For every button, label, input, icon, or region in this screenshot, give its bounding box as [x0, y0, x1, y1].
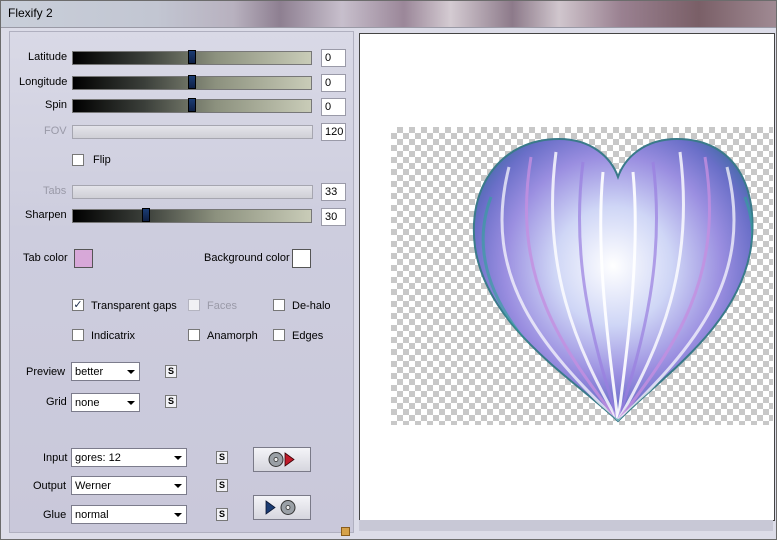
anamorph-checkbox[interactable] [188, 329, 200, 341]
heart-preview-image [472, 137, 754, 423]
chevron-down-icon [174, 513, 182, 517]
latitude-slider[interactable] [72, 50, 312, 65]
longitude-slider[interactable] [72, 75, 312, 90]
background-color-label: Background color [204, 252, 290, 264]
resize-handle[interactable] [341, 527, 350, 536]
glue-label: Glue [43, 509, 67, 521]
fov-label: FOV [44, 125, 67, 137]
chevron-down-icon [174, 484, 182, 488]
transparent-gaps-checkbox[interactable]: ✓ [72, 299, 84, 311]
tabs-slider [72, 185, 313, 199]
spin-label: Spin [45, 99, 68, 111]
fov-slider [72, 125, 313, 139]
longitude-label: Longitude [19, 76, 68, 88]
tabs-label: Tabs [43, 185, 67, 197]
transparency-checkerboard [391, 127, 773, 425]
tab-color-label: Tab color [23, 252, 68, 264]
anamorph-label: Anamorph [207, 330, 258, 342]
edges-checkbox[interactable] [273, 329, 285, 341]
latitude-label: Latitude [28, 51, 68, 63]
preview-save-button[interactable]: S [165, 365, 177, 378]
background-color-swatch[interactable] [292, 249, 311, 268]
grid-select[interactable]: none [71, 393, 140, 412]
spin-slider-thumb[interactable] [188, 98, 196, 112]
tabs-input[interactable]: 33 [321, 183, 346, 201]
check-icon: ✓ [73, 299, 83, 311]
input-label: Input [43, 452, 68, 464]
window-title: Flexify 2 [8, 6, 53, 20]
flip-label: Flip [93, 154, 111, 166]
preview-canvas[interactable] [359, 33, 775, 521]
preview-label: Preview [26, 366, 66, 378]
input-select[interactable]: gores: 12 [71, 448, 187, 467]
preview-select-value: better [75, 366, 104, 378]
output-select-value: Werner [75, 480, 111, 492]
preview-select[interactable]: better [71, 362, 140, 381]
de-halo-label: De-halo [292, 300, 331, 312]
faces-checkbox [188, 299, 200, 311]
spin-slider[interactable] [72, 98, 312, 113]
grid-label: Grid [46, 396, 67, 408]
indicatrix-label: Indicatrix [91, 330, 136, 342]
input-save-button[interactable]: S [216, 451, 228, 464]
faces-label: Faces [207, 300, 237, 312]
disc-play-icon [268, 452, 295, 467]
glue-select-value: normal [75, 509, 109, 521]
sharpen-input[interactable]: 30 [321, 208, 346, 226]
flip-checkbox[interactable] [72, 154, 84, 166]
indicatrix-checkbox[interactable] [72, 329, 84, 341]
glue-save-button[interactable]: S [216, 508, 228, 521]
chevron-down-icon [127, 401, 135, 405]
flexify-window: Flexify 2 Latitude 0 Longitude 0 Spin 0 … [0, 0, 777, 540]
longitude-input[interactable]: 0 [321, 74, 346, 92]
output-label: Output [33, 480, 67, 492]
longitude-slider-thumb[interactable] [188, 75, 196, 89]
sharpen-slider-thumb[interactable] [142, 208, 150, 222]
tab-color-swatch[interactable] [74, 249, 93, 268]
grid-save-button[interactable]: S [165, 395, 177, 408]
grid-select-value: none [75, 397, 100, 409]
de-halo-checkbox[interactable] [273, 299, 285, 311]
input-select-value: gores: 12 [75, 452, 121, 464]
output-save-button[interactable]: S [216, 479, 228, 492]
spin-input[interactable]: 0 [321, 98, 346, 116]
chevron-down-icon [127, 370, 135, 374]
load-preset-button[interactable] [253, 447, 311, 472]
latitude-input[interactable]: 0 [321, 49, 346, 67]
output-select[interactable]: Werner [71, 476, 187, 495]
edges-label: Edges [292, 330, 324, 342]
latitude-slider-thumb[interactable] [188, 50, 196, 64]
play-disc-icon [265, 500, 296, 515]
save-preset-button[interactable] [253, 495, 311, 520]
sharpen-label: Sharpen [25, 209, 67, 221]
glue-select[interactable]: normal [71, 505, 187, 524]
fov-input[interactable]: 120 [321, 123, 346, 141]
chevron-down-icon [174, 456, 182, 460]
title-bar[interactable]: Flexify 2 [1, 1, 776, 28]
sharpen-slider[interactable] [72, 208, 312, 223]
preview-horizontal-scrollbar[interactable] [359, 520, 773, 531]
transparent-gaps-label: Transparent gaps [91, 300, 177, 312]
